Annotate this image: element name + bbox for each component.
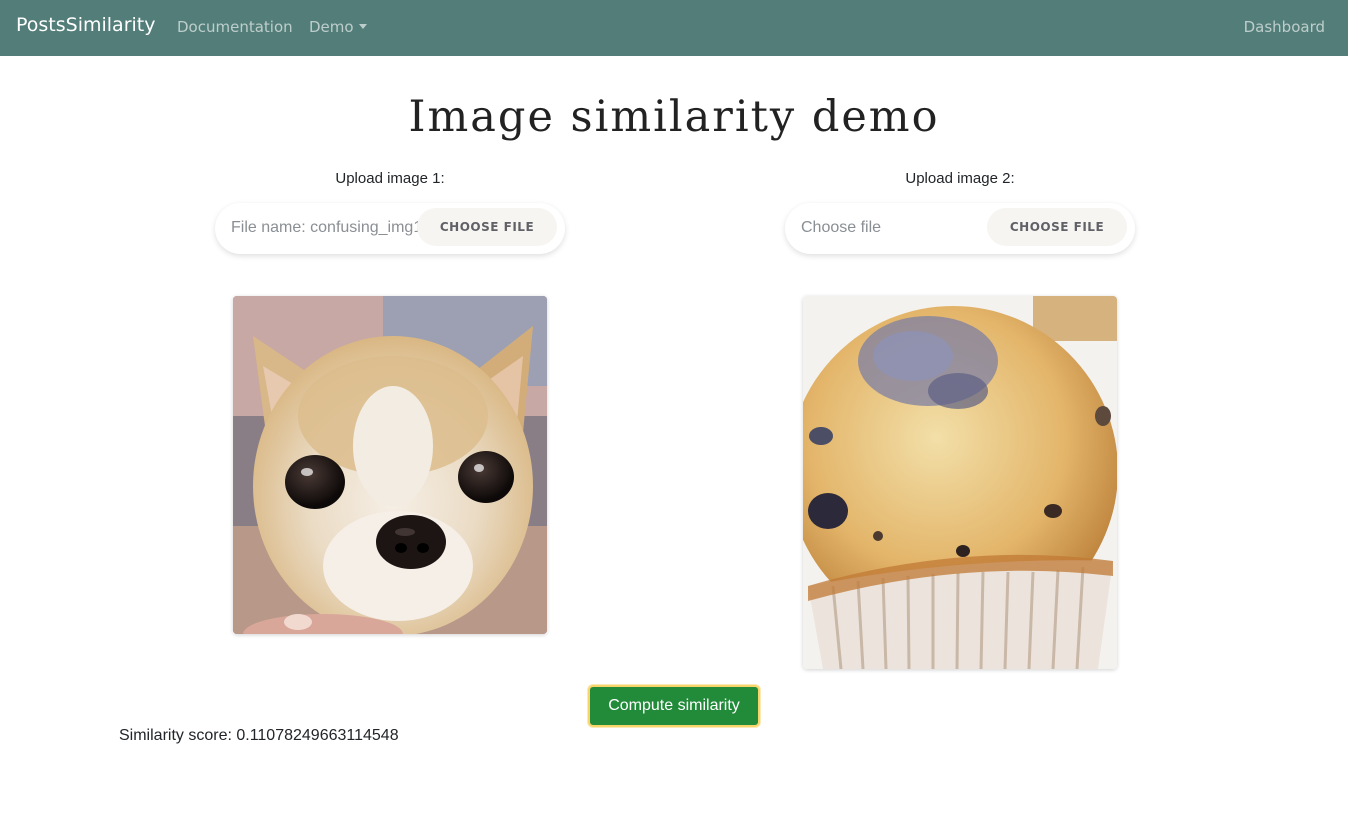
nav-demo-label: Demo (309, 18, 354, 36)
file-input-1[interactable]: File name: confusing_img1 Choose file (215, 203, 565, 254)
page-title: Image similarity demo (408, 92, 940, 142)
similarity-score: Similarity score: 0.11078249663114548 (119, 727, 399, 744)
preview-image-2 (803, 296, 1117, 669)
upload-column-2: Upload image 2: Choose file Choose file (785, 170, 1135, 254)
brand-link[interactable]: PostsSimilarity (16, 14, 156, 36)
upload-label-2: Upload image 2: (905, 170, 1015, 187)
choose-file-button-2[interactable]: Choose file (987, 208, 1127, 246)
file-name-text-1: File name: confusing_img1 (231, 219, 421, 236)
nav-documentation[interactable]: Documentation (177, 18, 293, 36)
nav-dashboard[interactable]: Dashboard (1244, 18, 1325, 36)
chihuahua-photo (233, 296, 547, 634)
navbar: PostsSimilarity Documentation Demo Dashb… (0, 0, 1348, 56)
blueberry-muffin-photo (803, 296, 1117, 669)
nav-demo-dropdown[interactable]: Demo (309, 18, 367, 36)
upload-column-1: Upload image 1: File name: confusing_img… (215, 170, 565, 254)
file-name-text-2: Choose file (801, 219, 882, 236)
file-input-2[interactable]: Choose file Choose file (785, 203, 1135, 254)
choose-file-button-1[interactable]: Choose file (417, 208, 557, 246)
caret-down-icon (358, 24, 367, 29)
upload-label-1: Upload image 1: (335, 170, 445, 187)
compute-similarity-button[interactable]: Compute similarity (588, 685, 760, 727)
preview-image-1 (233, 296, 547, 634)
